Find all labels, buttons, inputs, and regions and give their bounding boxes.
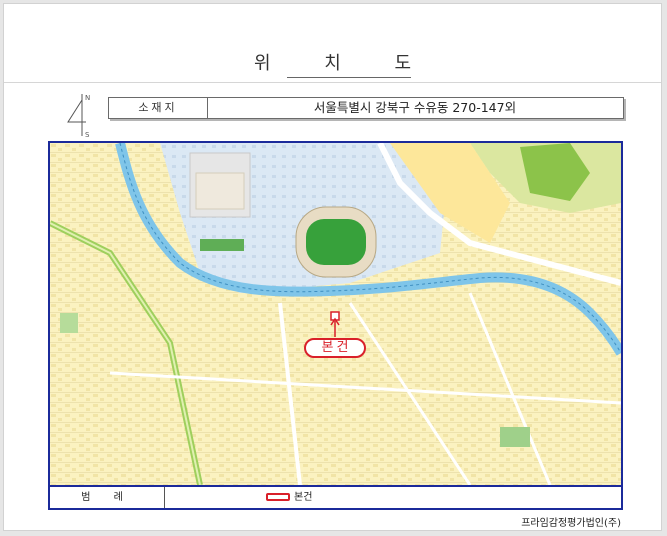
location-map[interactable]	[48, 141, 623, 487]
location-label: 소재지	[109, 98, 208, 118]
small-park	[500, 427, 530, 447]
subject-label: 본건	[304, 338, 366, 358]
legend: 범 례 본건	[48, 486, 623, 510]
map-graphic	[50, 143, 621, 485]
legend-subject-swatch	[266, 493, 290, 501]
south-letter: S	[85, 131, 90, 139]
north-letter: N	[85, 94, 90, 102]
legend-label: 범 례	[50, 487, 165, 508]
tennis-courts	[200, 239, 244, 251]
company-name: 프라임감정평가법인(주)	[521, 518, 621, 529]
title-underline	[287, 77, 411, 78]
legend-subject-text: 본건	[294, 492, 313, 503]
page-title: 위 치 도	[253, 53, 436, 74]
north-arrow-icon: N S	[60, 90, 100, 140]
location-value: 서울특별시 강북구 수유동 270-147외	[313, 100, 517, 115]
location-box: 소재지 서울특별시 강북구 수유동 270-147외	[108, 97, 624, 119]
document-page: 위 치 도 N S 소재지 서울특별시 강북구 수유동 270-147외 본건 …	[3, 3, 662, 531]
title-band: 위 치 도	[4, 4, 661, 83]
field-track	[195, 172, 245, 210]
stadium-field	[306, 219, 366, 265]
green-patch	[60, 313, 78, 333]
